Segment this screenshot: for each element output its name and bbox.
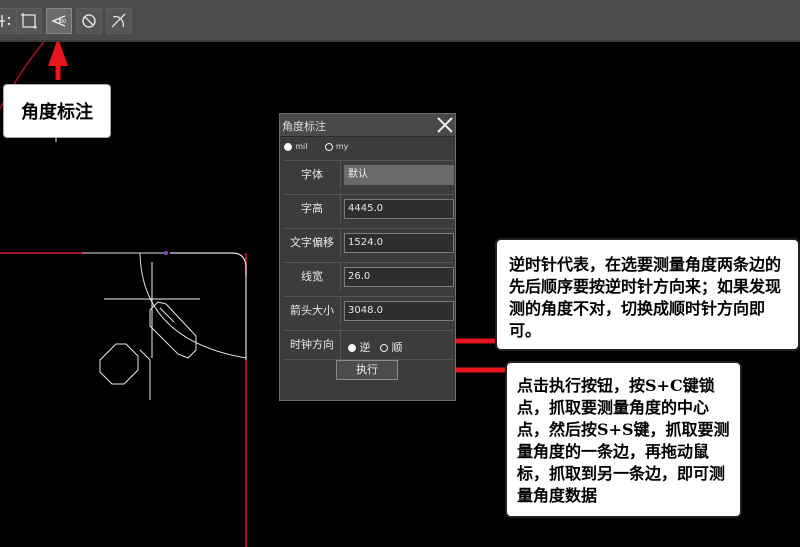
text-height-input[interactable]: 4445.0 [344,199,454,219]
ccw-label: 逆 [359,341,371,354]
unit-mil-label: mil [295,142,308,151]
line-width-input[interactable]: 26.0 [344,267,454,287]
field-row-line-width: 线宽 26.0 [284,262,454,291]
field-label: 线宽 [284,263,341,291]
arrow-size-input[interactable]: 3048.0 [344,301,454,321]
close-icon[interactable] [436,116,454,134]
frame-select-icon[interactable] [16,8,42,34]
toolbar: 90 [0,0,800,42]
direction-note: 逆时针代表，在选要测量角度两条边的先后顺序要按逆时针方向来；如果发现测的角度不对… [495,238,800,351]
angle-dimension-icon[interactable]: 90 [46,8,72,34]
field-row-text-height: 字高 4445.0 [284,194,454,223]
field-row-text-offset: 文字偏移 1524.0 [284,228,454,257]
callout-label: 角度标注 [3,84,111,138]
unit-my-radio[interactable] [324,143,333,151]
svg-text:90: 90 [60,19,66,25]
font-select[interactable]: 默认 [344,165,454,185]
unit-my-label: my [335,142,349,151]
field-label: 文字偏移 [284,229,341,257]
cw-radio[interactable] [380,344,388,352]
ccw-option[interactable]: 逆 [348,339,371,355]
dialog-title: 角度标注 [282,120,326,133]
execute-button[interactable]: 执行 [336,360,398,380]
field-row-font: 字体 默认 [284,160,454,189]
unit-mil-radio[interactable] [284,143,292,151]
angle-dimension-dialog: 角度标注 mil my 字体 默认 字高 4445.0 文字偏移 1524.0 … [279,113,456,401]
ccw-radio[interactable] [348,344,356,352]
field-row-direction: 时钟方向 逆 顺 [284,330,454,360]
unit-selector: mil my [284,142,348,158]
field-label: 字体 [284,161,341,189]
text-offset-input[interactable]: 1524.0 [344,233,454,253]
arc-trim-icon[interactable] [106,8,132,34]
field-row-arrow-size: 箭头大小 3048.0 [284,296,454,325]
cw-option[interactable]: 顺 [380,339,403,355]
cw-label: 顺 [391,341,403,354]
no-snap-icon[interactable] [76,8,102,34]
field-label: 字高 [284,195,341,223]
dialog-titlebar: 角度标注 [280,114,455,137]
field-label: 箭头大小 [284,297,341,325]
execute-note: 点击执行按钮，按S+C键锁点，抓取要测量角度的中心点，然后按S+S键，抓取要测量… [505,361,742,518]
field-label: 时钟方向 [284,331,341,359]
